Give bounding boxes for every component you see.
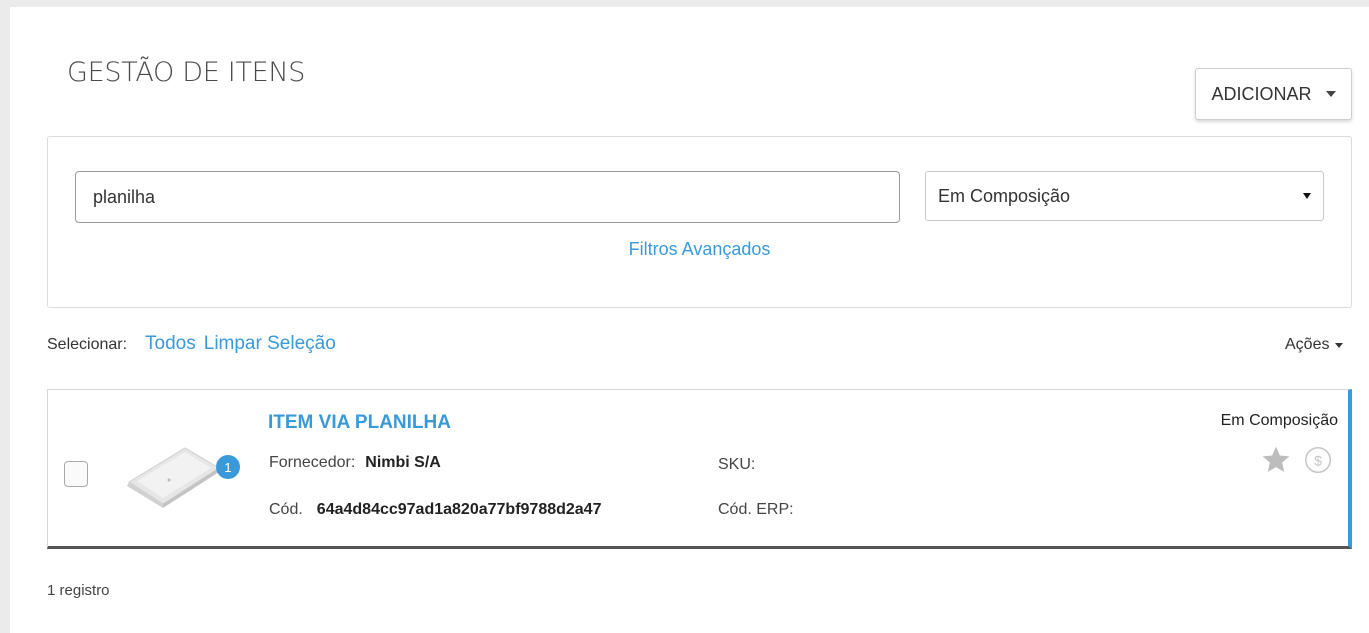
sku-label: SKU: (718, 456, 756, 473)
supplier-label: Fornecedor: (269, 454, 356, 471)
status-select-value: Em Composição (938, 185, 1071, 206)
code-row: Cód. 64a4d84cc97ad1a820a77bf9788d2a47 (269, 501, 601, 519)
status-select[interactable]: Em Composição (925, 171, 1324, 221)
item-checkbox[interactable] (64, 461, 88, 487)
page-title: GESTÃO DE ITENS (67, 57, 306, 88)
actions-dropdown[interactable]: Ações (1285, 336, 1344, 354)
item-title-link[interactable]: ITEM VIA PLANILHA (268, 412, 451, 434)
add-button-label: ADICIONAR (1211, 83, 1312, 104)
search-input[interactable] (75, 171, 900, 223)
dollar-icon[interactable]: $ (1304, 446, 1332, 474)
actions-label: Ações (1285, 336, 1330, 353)
page-container: GESTÃO DE ITENS ADICIONAR Em Composição … (10, 7, 1369, 633)
select-all-link[interactable]: Todos (145, 333, 196, 355)
code-value: 64a4d84cc97ad1a820a77bf9788d2a47 (316, 501, 602, 518)
selection-bar: Selecionar: Todos Limpar Seleção (47, 333, 344, 355)
chevron-down-icon (1325, 91, 1336, 97)
clear-selection-link[interactable]: Limpar Seleção (204, 333, 336, 355)
advanced-filters-link[interactable]: Filtros Avançados (48, 239, 1351, 260)
item-thumbnail (127, 447, 220, 508)
item-count-badge: 1 (216, 455, 240, 479)
item-card: 1 ITEM VIA PLANILHA Fornecedor: Nimbi S/… (47, 389, 1352, 549)
chevron-down-icon (1335, 342, 1344, 348)
item-status: Em Composição (1220, 412, 1338, 429)
record-count: 1 registro (47, 582, 110, 599)
erp-code-label: Cód. ERP: (718, 501, 794, 518)
supplier-value: Nimbi S/A (365, 454, 441, 471)
svg-text:$: $ (1314, 452, 1322, 468)
star-icon[interactable] (1260, 444, 1292, 476)
supplier-row: Fornecedor: Nimbi S/A (269, 454, 441, 472)
add-button[interactable]: ADICIONAR (1195, 68, 1352, 120)
code-label: Cód. (269, 501, 303, 518)
select-label: Selecionar: (47, 336, 128, 353)
chevron-down-icon (1303, 193, 1311, 199)
filter-panel: Em Composição Filtros Avançados (47, 136, 1352, 308)
